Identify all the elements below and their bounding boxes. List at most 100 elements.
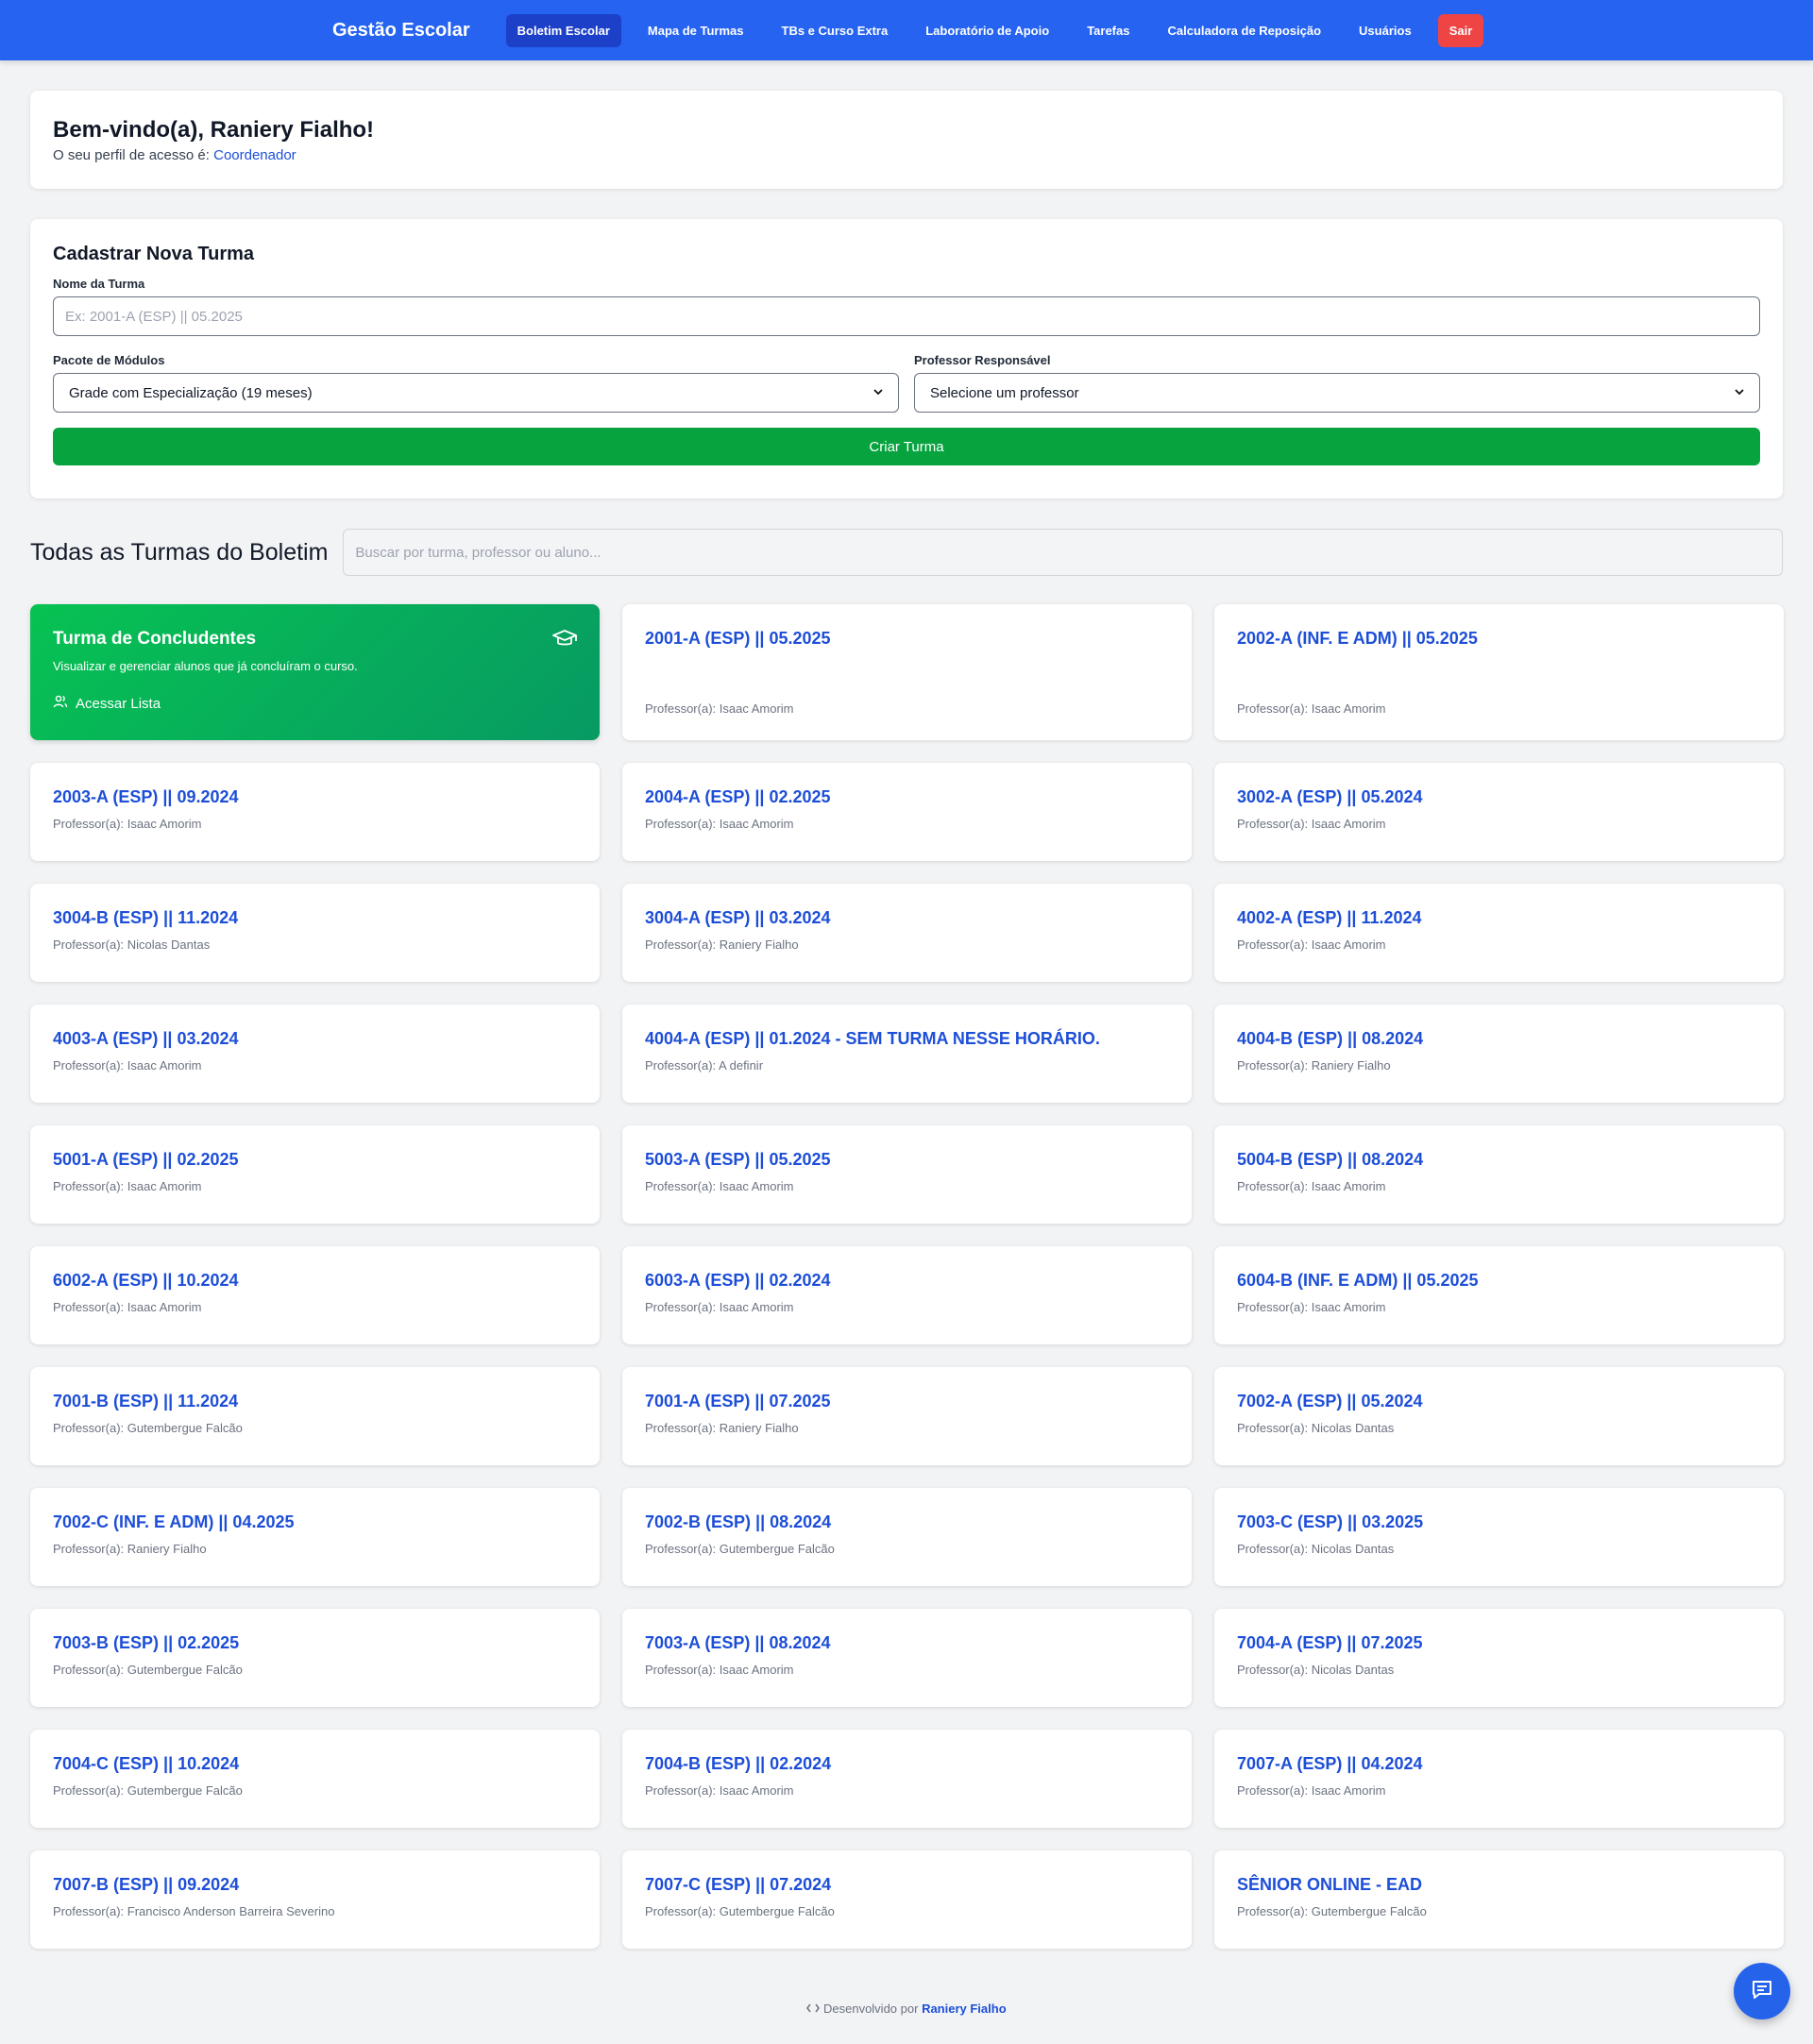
class-card-name: 2001-A (ESP) || 05.2025 — [645, 629, 831, 648]
professor-name: Gutembergue Falcão — [719, 1904, 835, 1918]
professor-prefix: Professor(a): — [53, 1421, 125, 1435]
professor-prefix: Professor(a): — [645, 1783, 717, 1798]
class-card[interactable]: 2002-A (INF. E ADM) || 05.2025 Professor(… — [1214, 604, 1784, 740]
class-card[interactable]: 6004-B (INF. E ADM) || 05.2025 Professor(… — [1214, 1246, 1784, 1344]
nav-item-tarefas[interactable]: Tarefas — [1076, 14, 1141, 47]
class-card-name: 4004-B (ESP) || 08.2024 — [1237, 1029, 1424, 1048]
professor-prefix: Professor(a): — [645, 1421, 717, 1435]
class-card-professor: Professor(a): Nicolas Dantas — [1237, 1421, 1761, 1435]
professor-prefix: Professor(a): — [1237, 1058, 1309, 1073]
professor-name: Isaac Amorim — [1311, 701, 1386, 716]
class-card[interactable]: 7004-A (ESP) || 07.2025 Professor(a): Nic… — [1214, 1609, 1784, 1707]
professor-prefix: Professor(a): — [53, 817, 125, 831]
class-card-name: 5004-B (ESP) || 08.2024 — [1237, 1150, 1424, 1169]
professor-name: Gutembergue Falcão — [1311, 1904, 1427, 1918]
professor-name: Gutembergue Falcão — [127, 1663, 243, 1677]
class-card-name: 7002-A (ESP) || 05.2024 — [1237, 1392, 1423, 1411]
create-class-button[interactable]: Criar Turma — [53, 428, 1760, 465]
class-card-name: 7003-A (ESP) || 08.2024 — [645, 1633, 831, 1652]
professor-prefix: Professor(a): — [645, 1904, 717, 1918]
class-card-professor: Professor(a): Isaac Amorim — [1237, 1300, 1761, 1314]
professor-name: Nicolas Dantas — [127, 938, 211, 952]
professor-name: Gutembergue Falcão — [127, 1421, 243, 1435]
class-card[interactable]: 7003-C (ESP) || 03.2025 Professor(a): Nic… — [1214, 1488, 1784, 1586]
professor-prefix: Professor(a): — [53, 1663, 125, 1677]
class-card-professor: Professor(a): Raniery Fialho — [1237, 1058, 1761, 1073]
logout-button[interactable]: Sair — [1437, 13, 1484, 47]
class-card-name: 6003-A (ESP) || 02.2024 — [645, 1271, 831, 1290]
class-card[interactable]: 2004-A (ESP) || 02.2025 Professor(a): Isa… — [622, 763, 1192, 861]
class-card[interactable]: 5004-B (ESP) || 08.2024 Professor(a): Isa… — [1214, 1125, 1784, 1224]
professor-name: Gutembergue Falcão — [127, 1783, 243, 1798]
new-class-form: Cadastrar Nova Turma Nome da Turma Pacot… — [30, 219, 1783, 498]
nav-item-usuarios[interactable]: Usuários — [1347, 14, 1423, 47]
class-card[interactable]: 2001-A (ESP) || 05.2025 Professor(a): Isa… — [622, 604, 1192, 740]
class-card[interactable]: 7003-A (ESP) || 08.2024 Professor(a): Isa… — [622, 1609, 1192, 1707]
class-card[interactable]: 7007-B (ESP) || 09.2024 Professor(a): Fra… — [30, 1850, 600, 1949]
class-card[interactable]: 7002-C (INF. E ADM) || 04.2025 Professor(… — [30, 1488, 600, 1586]
app-brand[interactable]: Gestão Escolar — [332, 20, 470, 42]
professor-prefix: Professor(a): — [1237, 1783, 1309, 1798]
class-card-professor: Professor(a): Isaac Amorim — [645, 701, 794, 716]
graduates-card[interactable]: Turma de Concludentes Visualizar e geren… — [30, 604, 600, 740]
class-card-professor: Professor(a): Nicolas Dantas — [1237, 1663, 1761, 1677]
professor-name: Isaac Amorim — [1311, 1300, 1386, 1314]
footer-author-link[interactable]: Raniery Fialho — [922, 2002, 1007, 2016]
class-card[interactable]: 7002-A (ESP) || 05.2024 Professor(a): Nic… — [1214, 1367, 1784, 1465]
class-card[interactable]: 4002-A (ESP) || 11.2024 Professor(a): Isa… — [1214, 884, 1784, 982]
package-select[interactable]: Grade com Especialização (19 meses) — [53, 373, 899, 413]
nav-item-laboratorio-de-apoio[interactable]: Laboratório de Apoio — [914, 14, 1060, 47]
professor-name: Isaac Amorim — [719, 817, 794, 831]
class-card[interactable]: 7002-B (ESP) || 08.2024 Professor(a): Gut… — [622, 1488, 1192, 1586]
class-card[interactable]: 3004-B (ESP) || 11.2024 Professor(a): Nic… — [30, 884, 600, 982]
nav-item-tbs-curso-extra[interactable]: TBs e Curso Extra — [771, 14, 900, 47]
class-card[interactable]: 7004-C (ESP) || 10.2024 Professor(a): Gut… — [30, 1730, 600, 1828]
teacher-select[interactable]: Selecione um professor — [914, 373, 1760, 413]
class-card-professor: Professor(a): Isaac Amorim — [1237, 701, 1386, 716]
nav-item-mapa-de-turmas[interactable]: Mapa de Turmas — [636, 14, 755, 47]
class-card[interactable]: 6003-A (ESP) || 02.2024 Professor(a): Isa… — [622, 1246, 1192, 1344]
professor-prefix: Professor(a): — [53, 1904, 125, 1918]
class-card-professor: Professor(a): Isaac Amorim — [1237, 938, 1761, 952]
professor-prefix: Professor(a): — [1237, 701, 1309, 716]
class-card[interactable]: 7007-A (ESP) || 04.2024 Professor(a): Isa… — [1214, 1730, 1784, 1828]
class-card[interactable]: SÊNIOR ONLINE - EAD Professor(a): Gutembe… — [1214, 1850, 1784, 1949]
class-card[interactable]: 7004-B (ESP) || 02.2024 Professor(a): Isa… — [622, 1730, 1192, 1828]
professor-name: Raniery Fialho — [719, 1421, 799, 1435]
professor-name: A definir — [719, 1058, 764, 1073]
chat-button[interactable] — [1734, 1963, 1790, 2019]
package-selected-value: Grade com Especialização (19 meses) — [69, 384, 313, 401]
class-card[interactable]: 3004-A (ESP) || 03.2024 Professor(a): Ran… — [622, 884, 1192, 982]
professor-name: Gutembergue Falcão — [719, 1542, 835, 1556]
nav-item-calculadora-de-reposicao[interactable]: Calculadora de Reposição — [1156, 14, 1332, 47]
class-card[interactable]: 4003-A (ESP) || 03.2024 Professor(a): Isa… — [30, 1005, 600, 1103]
class-card-professor: Professor(a): Isaac Amorim — [645, 817, 1169, 831]
page-footer: Desenvolvido por Raniery Fialho — [0, 2002, 1813, 2016]
class-card[interactable]: 4004-A (ESP) || 01.2024 - SEM TURMA NESS… — [622, 1005, 1192, 1103]
teacher-field: Professor Responsável Selecione um profe… — [914, 353, 1760, 413]
search-input[interactable] — [343, 529, 1783, 576]
class-card[interactable]: 7001-A (ESP) || 07.2025 Professor(a): Ran… — [622, 1367, 1192, 1465]
class-card[interactable]: 7003-B (ESP) || 02.2025 Professor(a): Gut… — [30, 1609, 600, 1707]
class-card[interactable]: 3002-A (ESP) || 05.2024 Professor(a): Isa… — [1214, 763, 1784, 861]
access-list-link[interactable]: Acessar Lista — [53, 694, 577, 713]
class-card[interactable]: 6002-A (ESP) || 10.2024 Professor(a): Isa… — [30, 1246, 600, 1344]
form-selects-row: Pacote de Módulos Grade com Especializaç… — [53, 353, 1760, 413]
class-card[interactable]: 2003-A (ESP) || 09.2024 Professor(a): Isa… — [30, 763, 600, 861]
class-card-professor: Professor(a): Gutembergue Falcão — [53, 1663, 577, 1677]
main-content: Bem-vindo(a), Raniery Fialho! O seu perf… — [0, 60, 1813, 1949]
profile-role: Coordenador — [213, 147, 297, 163]
class-card[interactable]: 4004-B (ESP) || 08.2024 Professor(a): Ran… — [1214, 1005, 1784, 1103]
class-card[interactable]: 5003-A (ESP) || 05.2025 Professor(a): Isa… — [622, 1125, 1192, 1224]
class-card-name: 2003-A (ESP) || 09.2024 — [53, 787, 239, 806]
professor-prefix: Professor(a): — [645, 938, 717, 952]
class-card-professor: Professor(a): Gutembergue Falcão — [645, 1542, 1169, 1556]
professor-name: Francisco Anderson Barreira Severino — [127, 1904, 335, 1918]
professor-prefix: Professor(a): — [1237, 1663, 1309, 1677]
graduates-title: Turma de Concludentes — [53, 629, 257, 649]
class-card[interactable]: 7007-C (ESP) || 07.2024 Professor(a): Gut… — [622, 1850, 1192, 1949]
class-card[interactable]: 5001-A (ESP) || 02.2025 Professor(a): Isa… — [30, 1125, 600, 1224]
class-card[interactable]: 7001-B (ESP) || 11.2024 Professor(a): Gut… — [30, 1367, 600, 1465]
class-name-input[interactable] — [53, 296, 1760, 336]
nav-item-boletim-escolar[interactable]: Boletim Escolar — [505, 13, 621, 47]
